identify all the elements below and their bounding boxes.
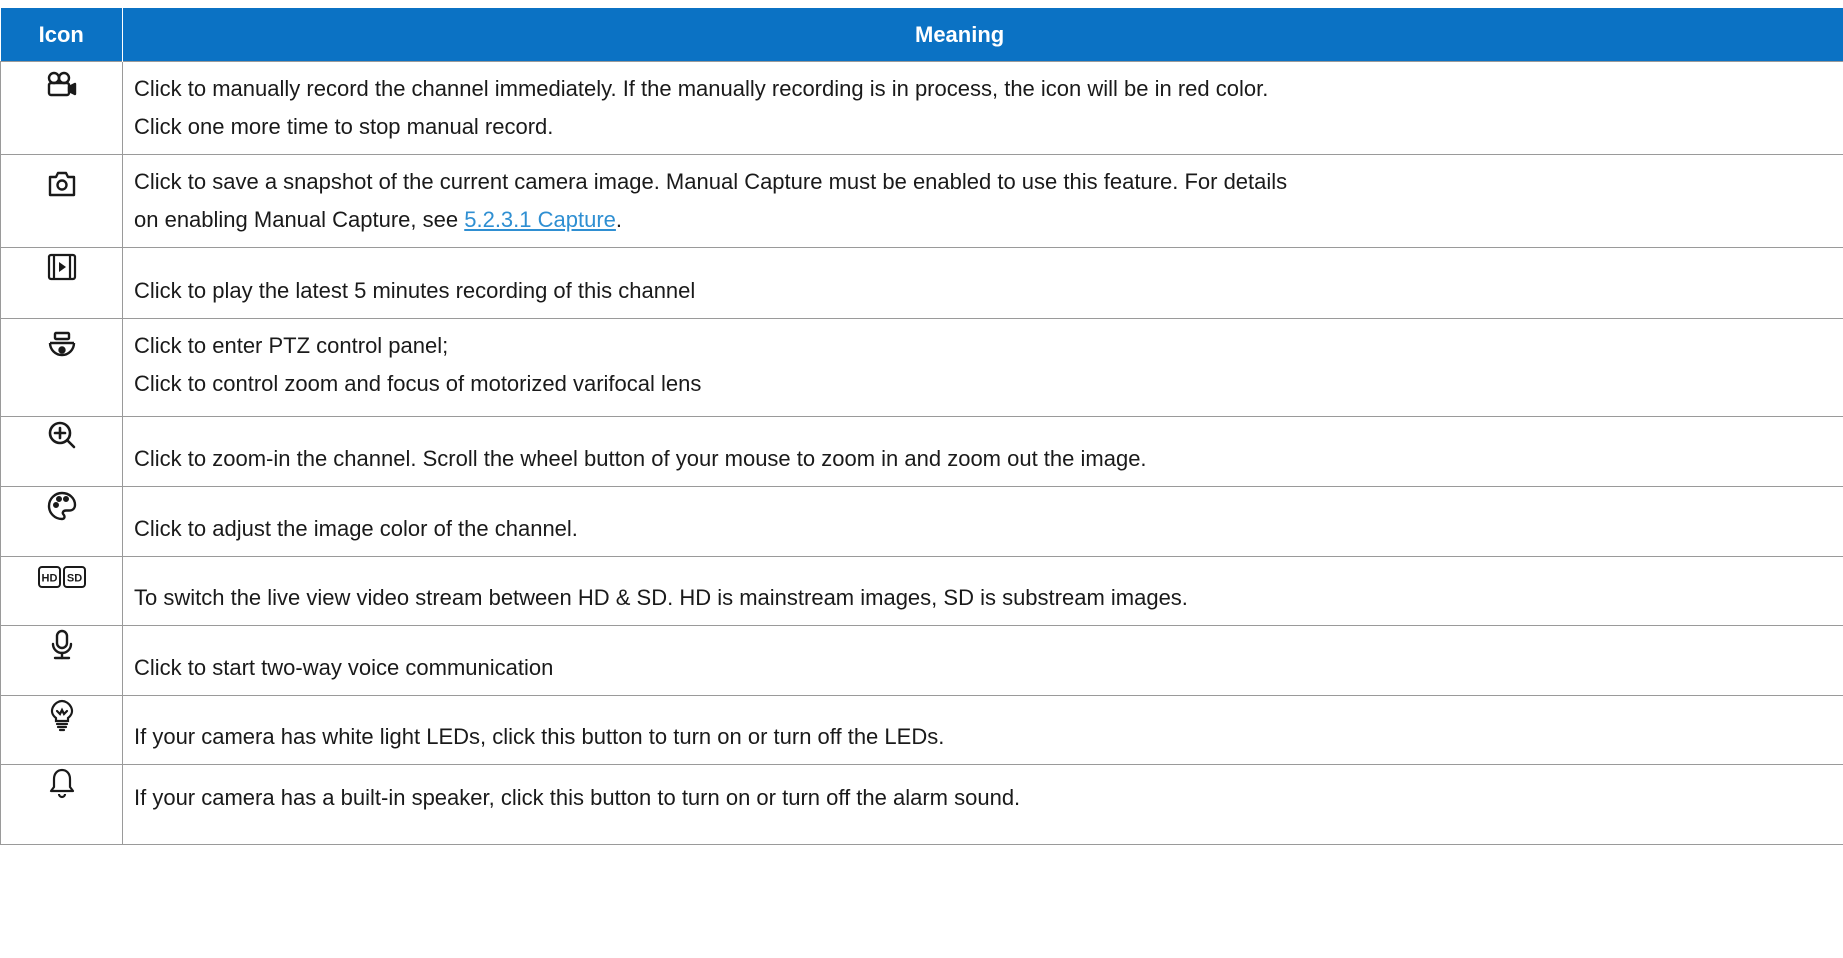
sd-label: SD [66, 573, 81, 585]
hd-label: HD [41, 573, 57, 585]
camera-snapshot-icon[interactable] [45, 167, 79, 201]
table-row: Click to save a snapshot of the current … [0, 154, 1843, 248]
meaning-text: Click to adjust the image color of the c… [134, 516, 578, 541]
capture-section-link[interactable]: 5.2.3.1 Capture [464, 207, 616, 232]
header-icon: Icon [0, 8, 123, 62]
meaning-cell: Click to save a snapshot of the current … [122, 154, 1843, 248]
table-row: HD SD To switch the live view video stre… [0, 556, 1843, 626]
icon-cell [0, 318, 123, 417]
meaning-text: Click one more time to stop manual recor… [134, 114, 554, 139]
meaning-text: Click to start two-way voice communicati… [134, 655, 554, 680]
meaning-cell: Click to zoom-in the channel. Scroll the… [122, 416, 1843, 487]
icon-meaning-table-container: Icon Meaning Click to manually record th… [0, 8, 1843, 958]
meaning-cell: If your camera has a built-in speaker, c… [122, 764, 1843, 845]
color-palette-icon[interactable] [45, 489, 79, 523]
icon-cell [0, 247, 123, 319]
hd-sd-icon[interactable]: HD SD [37, 565, 86, 589]
meaning-text: Click to play the latest 5 minutes recor… [134, 278, 696, 303]
table-row: Click to start two-way voice communicati… [0, 625, 1843, 696]
meaning-text: Click to enter PTZ control panel; [134, 333, 449, 358]
table-row: Click to zoom-in the channel. Scroll the… [0, 416, 1843, 487]
icon-cell [0, 486, 123, 557]
zoom-in-icon[interactable] [45, 419, 79, 453]
microphone-icon[interactable] [45, 628, 79, 662]
meaning-text: Click to manually record the channel imm… [134, 76, 1269, 101]
icon-cell: HD SD [0, 556, 123, 626]
meaning-cell: Click to start two-way voice communicati… [122, 625, 1843, 696]
meaning-text: If your camera has white light LEDs, cli… [134, 724, 945, 749]
table-row: Click to adjust the image color of the c… [0, 486, 1843, 557]
table-row: If your camera has white light LEDs, cli… [0, 695, 1843, 765]
icon-cell [0, 625, 123, 696]
meaning-cell: Click to enter PTZ control panel; Click … [122, 318, 1843, 417]
icon-cell [0, 416, 123, 487]
table-row: Click to enter PTZ control panel; Click … [0, 318, 1843, 417]
table-row: Click to manually record the channel imm… [0, 61, 1843, 155]
icon-cell [0, 154, 123, 248]
meaning-text: Click to control zoom and focus of motor… [134, 371, 702, 396]
meaning-text: . [615, 207, 623, 232]
meaning-cell: To switch the live view video stream bet… [122, 556, 1843, 626]
meaning-text: Click to save a snapshot of the current … [134, 169, 1288, 194]
meaning-cell: Click to play the latest 5 minutes recor… [122, 247, 1843, 319]
icon-cell [0, 695, 123, 765]
alarm-bell-icon[interactable] [45, 767, 79, 801]
light-bulb-icon[interactable] [45, 698, 79, 732]
table-row: Click to play the latest 5 minutes recor… [0, 247, 1843, 319]
icon-cell [0, 764, 123, 845]
meaning-text: Click to zoom-in the channel. Scroll the… [134, 446, 1147, 471]
meaning-cell: Click to manually record the channel imm… [122, 61, 1843, 155]
meaning-text: on enabling Manual Capture, see [134, 207, 465, 232]
meaning-text: To switch the live view video stream bet… [134, 585, 1188, 610]
ptz-dome-camera-icon[interactable] [45, 329, 79, 363]
meaning-text: If your camera has a built-in speaker, c… [134, 785, 1021, 810]
playback-icon[interactable] [45, 250, 79, 284]
table-header-row: Icon Meaning [0, 8, 1843, 62]
meaning-cell: Click to adjust the image color of the c… [122, 486, 1843, 557]
meaning-cell: If your camera has white light LEDs, cli… [122, 695, 1843, 765]
icon-cell [0, 61, 123, 155]
header-meaning: Meaning [122, 8, 1843, 62]
icon-meaning-table: Icon Meaning Click to manually record th… [0, 8, 1843, 845]
video-record-icon[interactable] [45, 68, 79, 102]
table-row: If your camera has a built-in speaker, c… [0, 764, 1843, 845]
meaning-text-with-link: on enabling Manual Capture, see 5.2.3.1 … [134, 201, 1843, 239]
